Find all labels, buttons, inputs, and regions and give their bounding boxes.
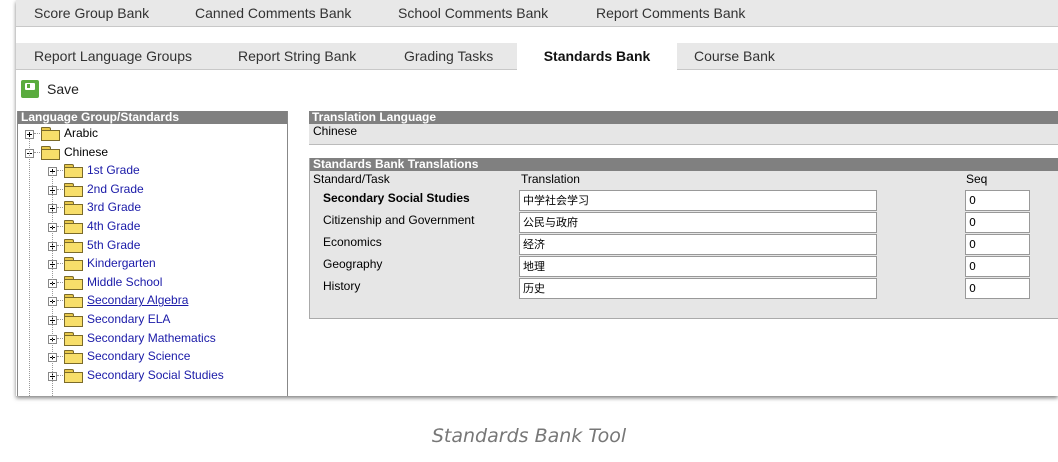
standard-task-label: Geography [323,257,383,271]
folder-icon [41,145,60,160]
tree-node-label[interactable]: Secondary Social Studies [87,368,224,382]
translation-input[interactable]: 地理 [519,256,877,277]
translation-language-panel: Translation Language Chinese [309,111,1058,145]
tree-node-language[interactable]: Arabic [18,124,287,143]
translation-input[interactable]: 中学社会学习 [519,190,877,211]
tree-node-standard[interactable]: Secondary Science [18,347,287,366]
tree-node-label[interactable]: Middle School [87,275,162,289]
tree-node-label[interactable]: Secondary Science [87,349,190,363]
tree-node-label[interactable]: Secondary ELA [87,312,170,326]
standard-task-label: Citizenship and Government [323,213,475,227]
tab-canned-comments-bank[interactable]: Canned Comments Bank [195,0,351,26]
tree-node-label[interactable]: Secondary Mathematics [87,331,216,345]
tab-standards-bank[interactable]: Standards Bank [517,43,677,71]
tree-node-standard[interactable]: Secondary Mathematics [18,329,287,348]
col-translation: Translation [521,172,580,186]
tree-node-standard[interactable]: 4th Grade [18,217,287,236]
tree-node-standard[interactable]: 1st Grade [18,161,287,180]
translation-input[interactable]: 历史 [519,278,877,299]
tree-connector [29,138,31,396]
tab-score-group-bank[interactable]: Score Group Bank [34,0,149,26]
tab-report-string-bank[interactable]: Report String Bank [238,43,356,69]
tree-node-label[interactable]: 2nd Grade [87,182,144,196]
folder-icon [64,350,83,365]
figure-caption: Standards Bank Tool [431,425,627,447]
tree-node-standard[interactable]: 3rd Grade [18,198,287,217]
translation-language-value: Chinese [309,124,1058,144]
folder-icon [64,275,83,290]
tab-school-comments-bank[interactable]: School Comments Bank [398,0,548,26]
tree-node-label[interactable]: Chinese [64,145,108,159]
tree-node-standard[interactable]: Secondary Algebra [18,291,287,310]
tree-node-standard[interactable]: Kindergarten [18,254,287,273]
tab-course-bank[interactable]: Course Bank [694,43,775,69]
seq-input[interactable]: 0 [965,190,1030,211]
tree: Arabic Chinese 1st Grade 2nd Grade 3rd Grade… [18,124,287,396]
folder-icon [64,294,83,309]
seq-input[interactable]: 0 [965,212,1030,233]
folder-icon [64,219,83,234]
standard-task-label: Economics [323,235,382,249]
translation-input[interactable]: 经济 [519,234,877,255]
folder-icon [64,164,83,179]
folder-icon [64,368,83,383]
tree-node-label[interactable]: 4th Grade [87,219,140,233]
col-seq: Seq [966,172,988,186]
seq-input[interactable]: 0 [965,256,1030,277]
tree-node-standard[interactable]: 2nd Grade [18,180,287,199]
tree-node-standard[interactable]: Secondary ELA [18,310,287,329]
save-button[interactable]: Save [21,80,79,98]
toolbar: Save [16,72,1058,106]
translation-input[interactable]: 公民与政府 [519,212,877,233]
folder-icon [64,312,83,327]
standard-task-label: History [323,279,361,293]
folder-icon [64,331,83,346]
tree-node-label[interactable]: Arabic [64,126,98,140]
tree-node-label[interactable]: Kindergarten [87,256,156,270]
tree-node-label[interactable]: 5th Grade [87,238,140,252]
folder-icon [64,257,83,272]
col-standard-task: Standard/Task [313,172,390,186]
tree-connector [52,172,54,396]
tab-report-comments-bank[interactable]: Report Comments Bank [596,0,745,26]
tree-node-standard[interactable]: Middle School [18,273,287,292]
tree-node-standard[interactable]: 5th Grade [18,236,287,255]
tree-node-label[interactable]: 3rd Grade [87,200,141,214]
tab-row-2: Report Language Groups Report String Ban… [16,43,1058,71]
standards-translations-header: Standards Bank Translations [310,158,1058,171]
tab-grading-tasks[interactable]: Grading Tasks [404,43,493,69]
seq-input[interactable]: 0 [965,278,1030,299]
folder-icon [64,238,83,253]
standard-task-label: Secondary Social Studies [323,191,470,205]
tree-node-label[interactable]: 1st Grade [87,163,140,177]
folder-icon [41,127,60,141]
save-label: Save [47,81,79,97]
folder-icon [64,182,83,197]
tree-node-standard[interactable]: Secondary Social Studies [18,366,287,385]
tree-panel-header: Language Group/Standards [18,111,287,124]
save-icon [21,80,39,98]
folder-icon [64,201,83,216]
translation-language-header: Translation Language [309,111,1058,124]
seq-input[interactable]: 0 [965,234,1030,255]
tree-node-label[interactable]: Secondary Algebra [87,293,188,307]
standards-translations-panel: Standards Bank Translations Standard/Tas… [309,158,1058,319]
tab-row-1: Score Group Bank Canned Comments Bank Sc… [16,0,1058,27]
app-window: Score Group Bank Canned Comments Bank Sc… [16,0,1058,396]
tree-node-language[interactable]: Chinese [18,143,287,162]
tab-report-language-groups[interactable]: Report Language Groups [34,43,192,69]
language-group-tree-panel: Language Group/Standards Arabic Chinese 1s… [17,111,288,396]
